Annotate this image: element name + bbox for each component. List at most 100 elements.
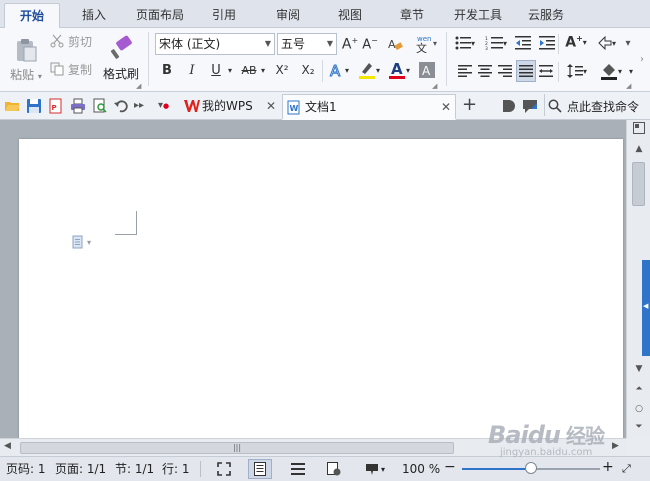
close-icon[interactable]: ✕ (266, 94, 276, 118)
status-page-count[interactable]: 页面: 1/1 (55, 461, 106, 477)
more-commands-icon[interactable]: ▸▸ (134, 98, 150, 114)
scroll-up-icon[interactable]: ▲ (631, 142, 647, 156)
chevron-down-icon: ▾ (87, 237, 92, 247)
zoom-percent[interactable]: 100 % (402, 461, 440, 477)
status-section[interactable]: 节: 1/1 (115, 461, 154, 477)
font-size-select[interactable]: 五号 ▼ (277, 33, 337, 55)
comment-icon[interactable] (522, 98, 538, 114)
font-name-select[interactable]: 宋体 (正文) ▼ (155, 33, 275, 55)
increase-indent-button[interactable] (538, 34, 556, 52)
tab-view[interactable]: 视图 (322, 3, 378, 28)
decrease-indent-button[interactable] (514, 34, 532, 52)
align-left-button[interactable] (456, 62, 474, 80)
shrink-font-button[interactable]: A− (361, 34, 379, 54)
ribbon-scroll-right[interactable]: › (636, 36, 648, 84)
paragraph-shading-button[interactable]: ▾ (596, 60, 626, 82)
print-icon[interactable] (70, 98, 86, 114)
more-button[interactable]: ▾ (622, 34, 634, 52)
strikethrough-button[interactable]: AB (238, 60, 260, 80)
close-icon[interactable]: ✕ (441, 95, 451, 119)
line-spacing-button[interactable]: ▾ (563, 62, 591, 80)
share-icon[interactable] (500, 98, 516, 114)
page-view-icon (254, 462, 266, 476)
underline-button[interactable]: U (207, 60, 225, 80)
font-dialog-launcher[interactable]: ◢ (432, 82, 437, 90)
italic-button[interactable]: I (183, 60, 201, 80)
justify-button[interactable] (516, 60, 536, 82)
tab-insert[interactable]: 插入 (66, 3, 122, 28)
undo-icon[interactable] (114, 98, 130, 114)
scroll-down-icon[interactable]: ▼ (631, 362, 647, 376)
align-right-button[interactable] (496, 62, 514, 80)
clear-format-button[interactable]: A (386, 34, 404, 54)
tab-document-1[interactable]: W 文档1 ✕ (282, 94, 456, 120)
ribbon-separator (558, 34, 559, 54)
task-pane-toggle[interactable]: ◀ (642, 260, 650, 356)
view-toggle-icon[interactable] (631, 122, 647, 136)
chinese-layout-button[interactable]: ▾ (594, 34, 620, 52)
paste-button[interactable]: 粘贴 ▾ (6, 32, 46, 88)
print-preview-icon[interactable] (92, 98, 108, 114)
strikethrough-dropdown-icon[interactable]: ▾ (258, 60, 268, 80)
paste-options-button[interactable]: ▾ (71, 235, 91, 249)
zoom-out-icon[interactable]: − (444, 459, 456, 475)
text-effect-button[interactable]: A ▾ (328, 60, 350, 80)
align-center-button[interactable] (476, 62, 494, 80)
horizontal-scroll-thumb[interactable]: ||| (20, 442, 454, 454)
copy-icon (50, 62, 64, 76)
border-dropdown[interactable]: ▾ (626, 62, 636, 80)
phonetic-guide-button[interactable]: wen 文 ▾ (411, 32, 439, 54)
change-case-icon: A+ (565, 33, 583, 51)
underline-dropdown-icon[interactable]: ▾ (225, 60, 235, 80)
pdf-export-icon[interactable]: P (48, 98, 64, 114)
fullscreen-view-button[interactable] (212, 459, 236, 479)
bullets-button[interactable]: ▾ (452, 34, 478, 52)
tab-review[interactable]: 审阅 (260, 3, 316, 28)
vertical-scroll-thumb[interactable] (632, 162, 645, 206)
tab-my-wps[interactable]: 我的WPS ✕ (180, 94, 280, 120)
clipboard-dialog-launcher[interactable]: ◢ (136, 82, 141, 90)
numbering-button[interactable]: 123 ▾ (482, 34, 510, 52)
tab-page-layout[interactable]: 页面布局 (128, 3, 192, 28)
save-icon[interactable] (26, 98, 42, 114)
status-line[interactable]: 行: 1 (162, 461, 190, 477)
new-tab-icon[interactable]: + (462, 95, 477, 115)
highlight-button[interactable]: ▾ (356, 58, 382, 82)
align-center-icon (478, 65, 492, 77)
select-browse-object-icon[interactable]: ○ (631, 402, 647, 416)
bold-button[interactable]: B (158, 60, 176, 80)
ribbon-separator (322, 60, 323, 82)
reading-mode-button[interactable]: ▾ (360, 459, 390, 479)
tab-developer[interactable]: 开发工具 (444, 3, 512, 28)
tab-references[interactable]: 引用 (196, 3, 252, 28)
scroll-left-icon[interactable]: ◀ (4, 441, 11, 451)
wps-logo-icon (184, 100, 200, 112)
document-page[interactable]: ▾ (19, 139, 623, 438)
cut-button[interactable]: 剪切 (50, 32, 98, 50)
cut-label: 剪切 (68, 34, 93, 49)
outline-view-button[interactable] (286, 459, 310, 479)
change-case-button[interactable]: A+ ▾ (562, 32, 590, 52)
tab-document-1-label: 文档1 (305, 100, 337, 114)
highlighter-icon (358, 63, 375, 79)
grow-font-button[interactable]: A+ (341, 34, 359, 54)
format-painter-button[interactable]: 格式刷 (100, 30, 142, 86)
web-layout-button[interactable] (322, 459, 346, 479)
previous-page-icon[interactable]: ⏶ (631, 382, 647, 396)
page-view-button[interactable] (248, 459, 272, 479)
chevron-down-icon: ▾ (617, 66, 622, 76)
copy-button[interactable]: 复制 (50, 60, 98, 78)
char-shading-button[interactable]: A (418, 60, 436, 80)
distribute-button[interactable] (537, 62, 555, 80)
subscript-button[interactable]: X₂ (298, 60, 318, 80)
tab-cloud[interactable]: 云服务 (516, 3, 576, 28)
open-folder-icon[interactable] (4, 98, 20, 114)
superscript-button[interactable]: X² (272, 60, 292, 80)
command-search[interactable]: 点此查找命令 (548, 94, 648, 118)
font-color-button[interactable]: A ▾ (386, 58, 412, 82)
tab-home[interactable]: 开始 (4, 3, 60, 28)
paragraph-dialog-launcher[interactable]: ◢ (626, 82, 631, 90)
customize-toolbar-icon[interactable]: ▾● (158, 98, 174, 114)
status-page-number[interactable]: 页码: 1 (6, 461, 46, 477)
tab-chapter[interactable]: 章节 (384, 3, 440, 28)
